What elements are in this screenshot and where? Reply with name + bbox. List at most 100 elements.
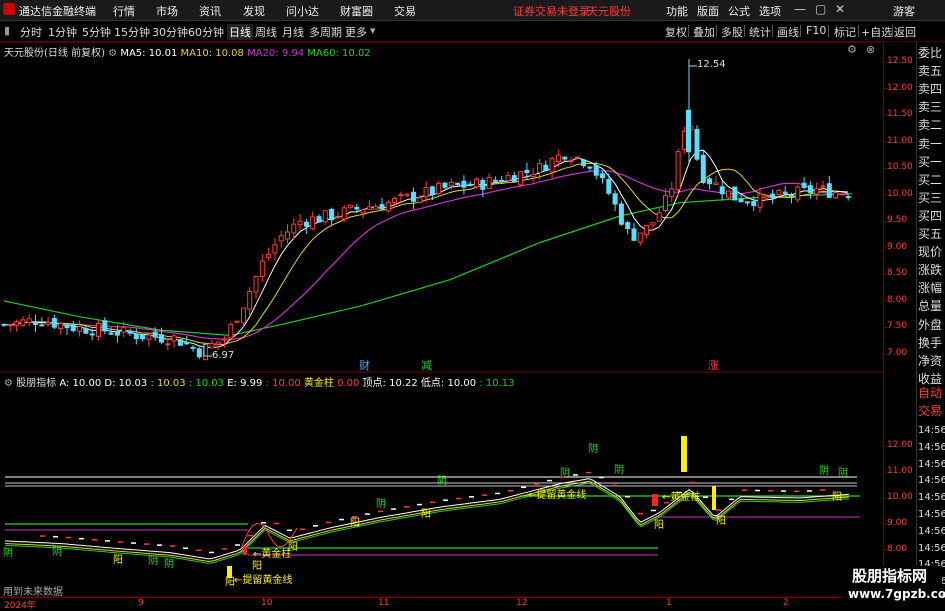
candle-body — [20, 319, 26, 326]
kline-chart-canvas[interactable] — [0, 0, 945, 609]
sidebar-item[interactable]: 买一 — [918, 155, 942, 169]
finance-marker[interactable]: 财 — [359, 357, 370, 373]
candle-body — [121, 326, 127, 333]
candle-body — [467, 183, 473, 187]
candle-body — [70, 324, 76, 332]
sidebar-item[interactable]: 换手 — [918, 336, 942, 350]
candle-body — [455, 182, 461, 186]
candle-body — [530, 173, 536, 178]
yang-marker: 阳 — [350, 518, 360, 529]
candle-body — [644, 224, 650, 236]
candle-body — [618, 203, 624, 225]
price-tick-label: 12.50 — [887, 56, 913, 66]
candle-body — [51, 318, 57, 328]
candle-body — [152, 331, 158, 338]
sidebar-item[interactable]: 涨跌 — [918, 263, 942, 277]
price-tick-label: 8.50 — [887, 268, 908, 279]
sidebar-item[interactable]: 买三 — [918, 191, 942, 205]
candle-body — [348, 204, 353, 208]
yin-marker: 阴 — [164, 559, 174, 570]
sidebar-item[interactable]: 卖三 — [918, 100, 942, 114]
candle-body — [436, 183, 442, 195]
sidebar-item[interactable]: 交易 — [918, 404, 942, 418]
yin-marker: 阴 — [52, 547, 62, 558]
sidebar-item[interactable]: 买四 — [918, 209, 942, 223]
date-label: 10 — [261, 598, 273, 608]
ind-x: : 10.03 — [150, 378, 186, 389]
candle-body — [96, 322, 101, 337]
candle-body — [606, 179, 612, 194]
candle-body — [392, 197, 398, 204]
sidebar-item[interactable]: 买五 — [918, 227, 942, 241]
sidebar-item[interactable]: 自动 — [918, 386, 942, 400]
candle-body — [543, 164, 549, 172]
price-axis: 12.50 12.00 11.50 11.00 10.50 10.00 9.50 9.00 8.… — [883, 42, 917, 597]
yin-marker: 阴 — [148, 556, 158, 567]
candle-body — [165, 343, 171, 346]
sidebar-item[interactable]: 委比 — [918, 46, 942, 60]
candle-body — [417, 197, 423, 203]
gold-pillar-bar — [681, 436, 687, 472]
chart-close-icon[interactable]: ⊗ — [866, 43, 875, 56]
candle-body — [360, 209, 366, 214]
ind-name[interactable]: 股朋指标 — [16, 378, 56, 389]
gold-pillar-bar — [712, 486, 716, 510]
candle-body — [814, 188, 820, 195]
candle-body — [272, 244, 278, 254]
candle-body — [631, 228, 637, 241]
candle-body — [354, 206, 360, 210]
sidebar-item[interactable]: 收益 — [918, 372, 942, 386]
sidebar-item[interactable]: 买二 — [918, 173, 942, 187]
candle-body — [146, 334, 152, 340]
yin-marker: 阴 — [437, 476, 447, 487]
sidebar-item[interactable]: 外盘 — [918, 318, 942, 332]
candle-body — [555, 154, 561, 163]
sidebar-item[interactable]: 总量 — [918, 299, 942, 313]
yang-marker: 阳 — [225, 577, 235, 588]
candle-body — [663, 195, 668, 211]
sidebar-item[interactable]: 卖四 — [918, 82, 942, 96]
sidebar-item[interactable]: 净资 — [918, 354, 942, 368]
red-pillar-bar — [652, 494, 658, 506]
candle-body — [373, 205, 379, 210]
candle-body — [316, 216, 322, 223]
candlestick-series — [1, 59, 851, 361]
candle-body — [492, 179, 498, 182]
candle-body — [102, 320, 108, 332]
sidebar-item[interactable]: 卖五 — [918, 64, 942, 78]
candle-body — [303, 221, 309, 227]
watermark-url: www.7gpzb.com — [848, 587, 945, 601]
chart-title[interactable]: 天元股份(日线 前复权) — [4, 48, 105, 59]
yin-marker: 阴 — [376, 499, 386, 510]
candle-body — [184, 342, 190, 345]
candle-body — [259, 260, 265, 277]
candle-body — [247, 290, 253, 310]
chart-settings-icon[interactable]: ⚙ — [847, 43, 857, 56]
sidebar-item[interactable]: 涨幅 — [918, 281, 942, 295]
reduce-marker[interactable]: 减 — [421, 357, 432, 373]
candle-body — [726, 190, 731, 199]
candle-body — [278, 235, 284, 242]
ind-e: E: 9.99 — [227, 378, 263, 389]
candle-body — [26, 318, 32, 324]
candle-body — [763, 195, 769, 199]
low-price-label: 6.97 — [212, 350, 235, 361]
ind-tick-label: 10.00 — [887, 492, 913, 502]
price-tick-label: 9.00 — [887, 241, 908, 252]
trade-time: 14:56 — [918, 475, 945, 487]
candle-body — [845, 196, 851, 199]
candle-body — [581, 159, 587, 167]
candle-body — [524, 169, 530, 174]
settings-gear-icon[interactable]: ⚙ — [108, 48, 117, 59]
candle-body — [593, 164, 599, 176]
yang-marker: 阳 — [288, 542, 298, 553]
rise-marker[interactable]: 涨 — [708, 357, 719, 373]
sidebar-item[interactable]: 现价 — [918, 245, 942, 259]
ind-settings-icon[interactable]: ⚙ — [4, 378, 13, 389]
yang-marker: 阳 — [654, 520, 664, 531]
sidebar-item[interactable]: 卖一 — [918, 137, 942, 151]
candle-body — [795, 186, 801, 201]
candle-body — [656, 212, 662, 222]
sidebar-item[interactable]: 卖二 — [918, 118, 942, 132]
yin-marker: 阴 — [614, 465, 624, 476]
